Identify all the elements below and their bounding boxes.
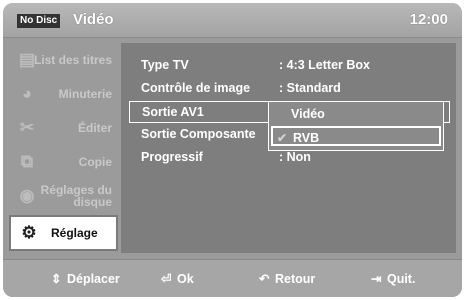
dropdown-option-rgb[interactable]: ✔ RVB	[271, 126, 441, 146]
setting-label: Sortie Composante	[141, 127, 256, 141]
no-disc-badge: No Disc	[17, 14, 61, 28]
sidebar-item-label: Minuterie	[58, 87, 112, 101]
footer-bar: ⇕ Déplacer ⏎ Ok ↶ Retour ⇥ Quit.	[3, 259, 462, 297]
dvd-menu-screen: No Disc Vidéo 12:00 ▤ List des titres ◕ …	[3, 3, 462, 297]
setting-label: Progressif	[141, 150, 203, 164]
setting-row-tv-type[interactable]: Type TV : 4:3 Letter Box	[129, 55, 449, 75]
sidebar-item-disc-settings[interactable]: ◉ Réglages du disque	[9, 179, 118, 213]
sidebar-item-edit[interactable]: ✂ Éditer	[9, 111, 118, 145]
header-bar: No Disc Vidéo 12:00	[3, 3, 462, 38]
sidebar-item-label: Copie	[78, 155, 112, 169]
exit-icon: ⇥	[371, 272, 382, 286]
quit-hint: ⇥ Quit.	[371, 272, 416, 286]
sidebar-item-label: Éditer	[77, 121, 112, 135]
setting-value: : 4:3 Letter Box	[279, 58, 370, 72]
menu-title: Vidéo	[73, 11, 114, 28]
move-hint: ⇕ Déplacer	[51, 272, 120, 286]
sidebar-item-label: List des titres	[33, 53, 112, 67]
timer-icon: ◕	[21, 84, 33, 103]
setting-value: : Standard	[279, 81, 341, 95]
copy-icon: ⧉	[20, 152, 34, 171]
settings-panel: Type TV : 4:3 Letter Box Contrôle de ima…	[121, 43, 456, 253]
setting-label: Contrôle de image	[141, 81, 251, 95]
av1-output-dropdown[interactable]: Vidéo ✔ RVB	[268, 101, 444, 151]
sidebar-item-timer[interactable]: ◕ Minuterie	[9, 77, 118, 111]
setting-row-picture-control[interactable]: Contrôle de image : Standard	[129, 78, 449, 98]
sidebar-item-setup[interactable]: ⚙ Réglage	[9, 215, 118, 251]
sidebar-item-label: Réglage	[51, 226, 98, 240]
setting-label: Sortie AV1	[142, 105, 204, 119]
scissors-icon: ✂	[19, 118, 35, 137]
sidebar-item-title-list[interactable]: ▤ List des titres	[9, 43, 118, 77]
film-icon: ▤	[18, 50, 36, 69]
gear-icon: ⚙	[21, 223, 37, 242]
sidebar: ▤ List des titres ◕ Minuterie ✂ Éditer ⧉…	[9, 43, 118, 253]
up-down-arrow-icon: ⇕	[51, 272, 62, 286]
enter-icon: ⏎	[161, 272, 172, 286]
sidebar-item-copy[interactable]: ⧉ Copie	[9, 145, 118, 179]
ok-hint: ⏎ Ok	[161, 272, 194, 286]
dropdown-option-video[interactable]: Vidéo	[271, 104, 439, 124]
clock: 12:00	[409, 11, 448, 28]
disc-settings-icon: ◉	[19, 186, 35, 205]
return-arrow-icon: ↶	[259, 272, 270, 286]
setting-label: Type TV	[141, 58, 189, 72]
back-hint: ↶ Retour	[259, 272, 316, 286]
checkmark-icon: ✔	[277, 131, 288, 145]
